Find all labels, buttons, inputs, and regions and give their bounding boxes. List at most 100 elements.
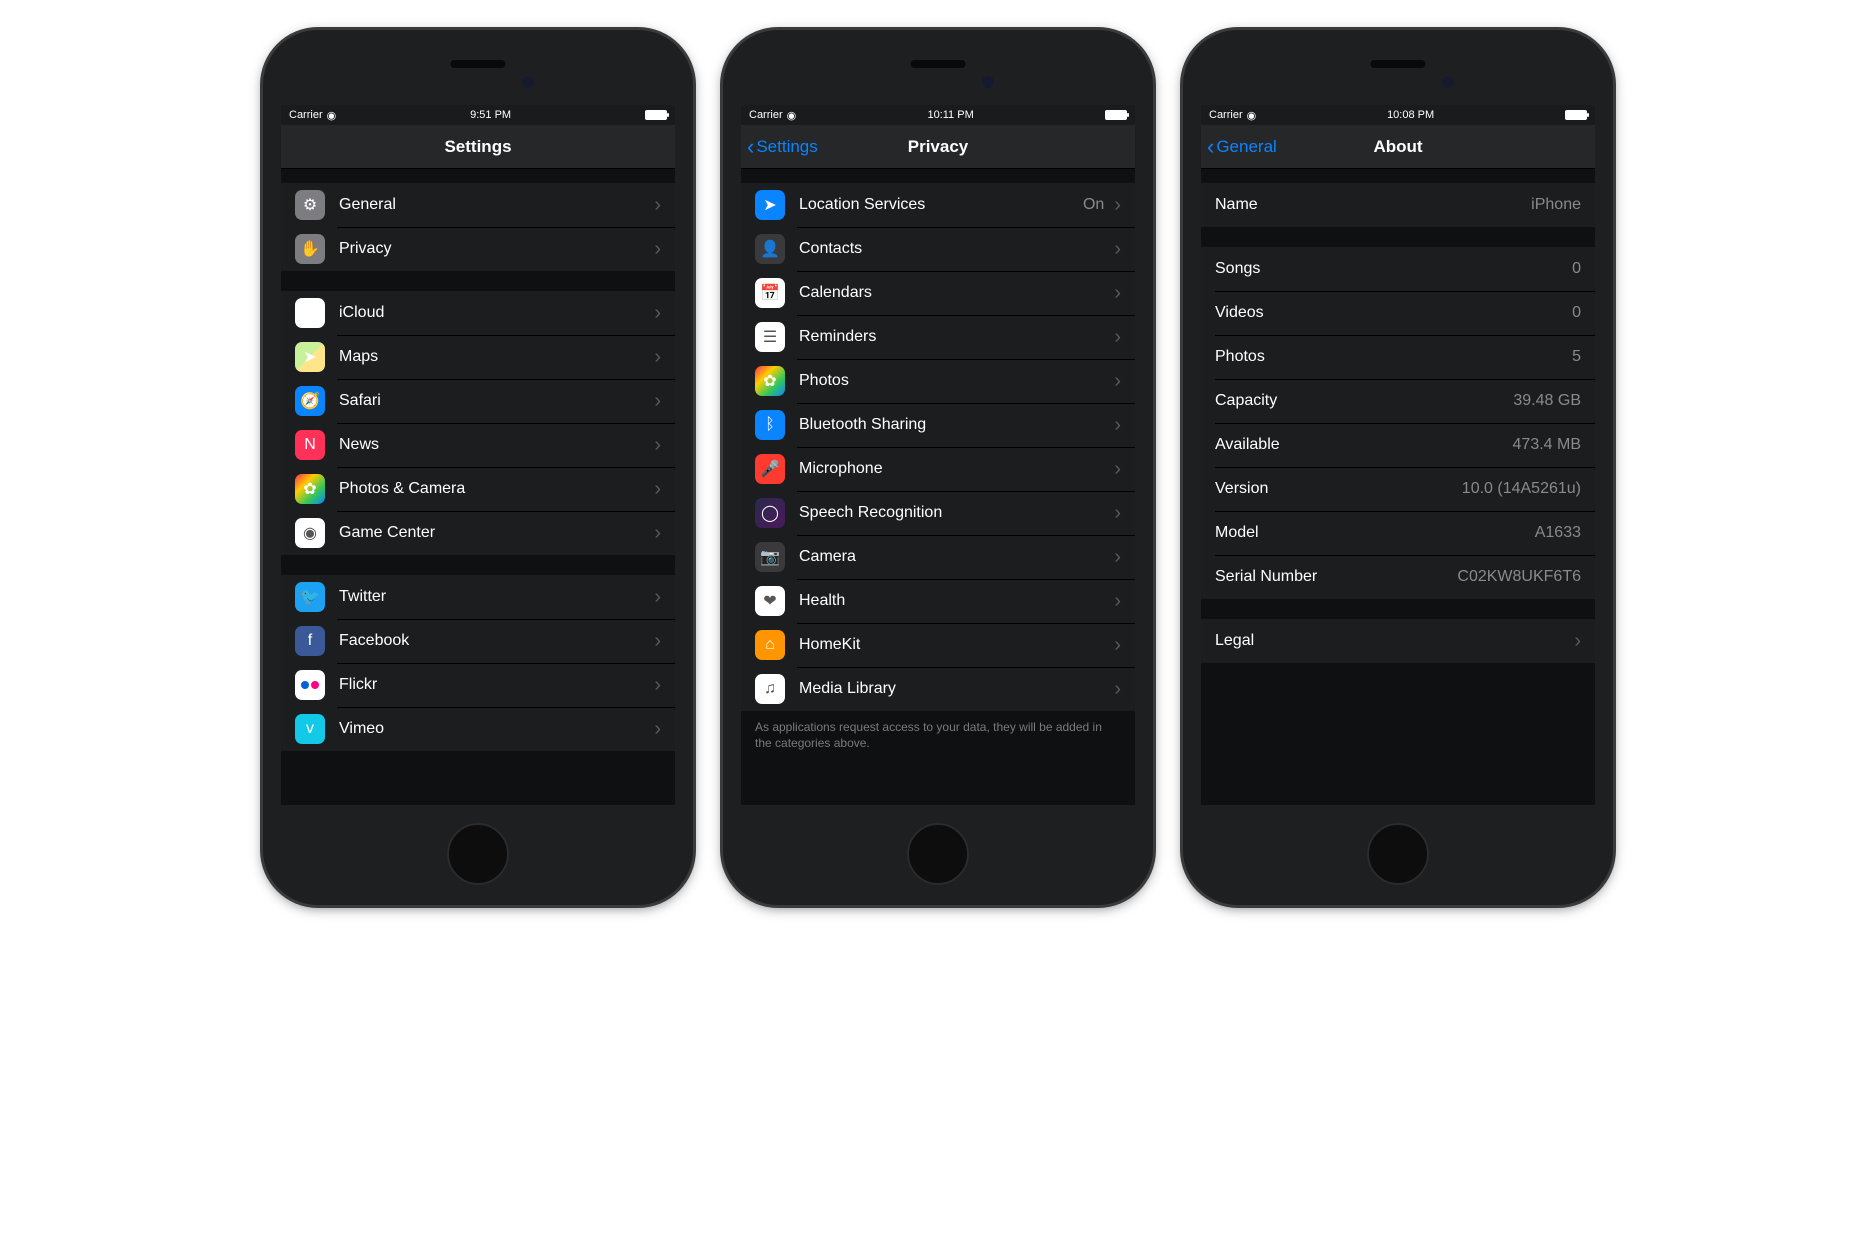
chevron-right-icon: › xyxy=(1114,590,1121,613)
phone-frame: Carrier◉10:11 PM‹SettingsPrivacy➤Locatio… xyxy=(723,30,1153,905)
settings-row[interactable]: 🧭Safari› xyxy=(281,379,675,423)
status-left: Carrier◉ xyxy=(1209,109,1256,122)
row-label: Photos xyxy=(1215,348,1564,366)
homekit-icon: ⌂ xyxy=(755,630,785,660)
home-button[interactable] xyxy=(447,823,509,885)
settings-row[interactable]: Available473.4 MB xyxy=(1201,423,1595,467)
row-value: 0 xyxy=(1572,260,1581,278)
camera-icon: 📷 xyxy=(755,542,785,572)
gamecenter-icon: ◉ xyxy=(295,518,325,548)
settings-row[interactable]: Version10.0 (14A5261u) xyxy=(1201,467,1595,511)
settings-row[interactable]: ➤Maps› xyxy=(281,335,675,379)
nav-bar: ‹Settings Privacy xyxy=(741,125,1135,169)
settings-row[interactable]: ◉Game Center› xyxy=(281,511,675,555)
carrier-label: Carrier xyxy=(749,109,783,121)
row-label: Serial Number xyxy=(1215,568,1449,586)
settings-row[interactable]: ◯Speech Recognition› xyxy=(741,491,1135,535)
row-label: Speech Recognition xyxy=(799,504,1104,522)
settings-row[interactable]: ✿Photos & Camera› xyxy=(281,467,675,511)
wifi-icon: ◉ xyxy=(327,109,337,122)
row-label: Flickr xyxy=(339,676,644,694)
chevron-right-icon: › xyxy=(654,434,661,457)
row-label: General xyxy=(339,196,644,214)
nav-bar: ‹GeneralAbout xyxy=(1201,125,1595,169)
settings-row[interactable]: Serial Number C02KW8UKF6T6 xyxy=(1201,555,1595,599)
settings-row[interactable]: vVimeo› xyxy=(281,707,675,751)
row-value: C02KW8UKF6T6 xyxy=(1457,568,1581,586)
chevron-right-icon: › xyxy=(1114,282,1121,305)
settings-row[interactable]: Legal› xyxy=(1201,619,1595,663)
row-label: Version xyxy=(1215,480,1454,498)
nav-back-button[interactable]: ‹Settings xyxy=(747,136,818,158)
settings-row[interactable]: ☁︎iCloud› xyxy=(281,291,675,335)
row-label: Name xyxy=(1215,196,1523,214)
settings-row[interactable]: Videos0 xyxy=(1201,291,1595,335)
row-label: HomeKit xyxy=(799,636,1104,654)
row-label: Privacy xyxy=(339,240,644,258)
row-label: Microphone xyxy=(799,460,1104,478)
settings-row[interactable]: ⌂HomeKit› xyxy=(741,623,1135,667)
settings-row[interactable]: ModelA1633 xyxy=(1201,511,1595,555)
settings-row[interactable]: 👤Contacts› xyxy=(741,227,1135,271)
settings-row[interactable]: ᛒBluetooth Sharing› xyxy=(741,403,1135,447)
home-button[interactable] xyxy=(907,823,969,885)
settings-row[interactable]: fFacebook› xyxy=(281,619,675,663)
chevron-right-icon: › xyxy=(1574,630,1581,653)
content[interactable]: ➤Location ServicesOn›👤Contacts›📅Calendar… xyxy=(741,169,1135,805)
row-value: 0 xyxy=(1572,304,1581,322)
row-label: Bluetooth Sharing xyxy=(799,416,1104,434)
battery-icon xyxy=(1565,110,1587,120)
home-button[interactable] xyxy=(1367,823,1429,885)
settings-row[interactable]: Name iPhone xyxy=(1201,183,1595,227)
photos-icon: ✿ xyxy=(755,366,785,396)
status-bar: Carrier◉10:08 PM xyxy=(1201,105,1595,125)
row-label: Reminders xyxy=(799,328,1104,346)
nav-title: Privacy xyxy=(908,137,969,157)
nav-back-button[interactable]: ‹General xyxy=(1207,136,1277,158)
chevron-right-icon: › xyxy=(654,586,661,609)
chevron-right-icon: › xyxy=(1114,238,1121,261)
status-left: Carrier◉ xyxy=(749,109,796,122)
maps-icon: ➤ xyxy=(295,342,325,372)
settings-row[interactable]: ❤︎Health› xyxy=(741,579,1135,623)
screen: Carrier◉9:51 PMSettings⚙General›✋Privacy… xyxy=(281,105,675,805)
health-icon: ❤︎ xyxy=(755,586,785,616)
row-label: Facebook xyxy=(339,632,644,650)
settings-group: 🐦Twitter› f Facebook › Flickr › vVimeo› xyxy=(281,575,675,751)
compass-icon: 🧭 xyxy=(295,386,325,416)
row-label: Calendars xyxy=(799,284,1104,302)
settings-row[interactable]: Photos5 xyxy=(1201,335,1595,379)
hand-icon: ✋ xyxy=(295,234,325,264)
settings-row[interactable]: Capacity39.48 GB xyxy=(1201,379,1595,423)
settings-row[interactable]: ⚙General› xyxy=(281,183,675,227)
chevron-right-icon: › xyxy=(1114,502,1121,525)
content[interactable]: ⚙ General › ✋ Privacy › ☁︎iCloud›➤Maps›🧭Safari… xyxy=(281,169,675,805)
phone-frame: Carrier◉9:51 PMSettings⚙General›✋Privacy… xyxy=(263,30,693,905)
gear-icon: ⚙ xyxy=(295,190,325,220)
settings-row[interactable]: Flickr › xyxy=(281,663,675,707)
settings-row[interactable]: ✿Photos› xyxy=(741,359,1135,403)
row-label: Photos xyxy=(799,372,1104,390)
settings-row[interactable]: ➤Location ServicesOn› xyxy=(741,183,1135,227)
settings-row[interactable]: Songs 0 xyxy=(1201,247,1595,291)
flickr-icon xyxy=(295,670,325,700)
facebook-icon: f xyxy=(295,626,325,656)
status-left: Carrier◉ xyxy=(289,109,336,122)
settings-row[interactable]: ♫Media Library› xyxy=(741,667,1135,711)
settings-row[interactable]: NNews› xyxy=(281,423,675,467)
settings-row[interactable]: ✋ Privacy › xyxy=(281,227,675,271)
settings-row[interactable]: 🐦Twitter› xyxy=(281,575,675,619)
settings-row[interactable]: ☰Reminders› xyxy=(741,315,1135,359)
contacts-icon: 👤 xyxy=(755,234,785,264)
vimeo-icon: v xyxy=(295,714,325,744)
wifi-icon: ◉ xyxy=(1247,109,1257,122)
chevron-right-icon: › xyxy=(654,238,661,261)
chevron-right-icon: › xyxy=(654,674,661,697)
settings-row[interactable]: 📅Calendars› xyxy=(741,271,1135,315)
settings-row[interactable]: 🎤Microphone› xyxy=(741,447,1135,491)
row-value: iPhone xyxy=(1531,196,1581,214)
content[interactable]: NameiPhoneSongs0Videos0Photos5Capacity39… xyxy=(1201,169,1595,805)
bluetooth-icon: ᛒ xyxy=(755,410,785,440)
row-label: Songs xyxy=(1215,260,1564,278)
settings-row[interactable]: 📷Camera› xyxy=(741,535,1135,579)
